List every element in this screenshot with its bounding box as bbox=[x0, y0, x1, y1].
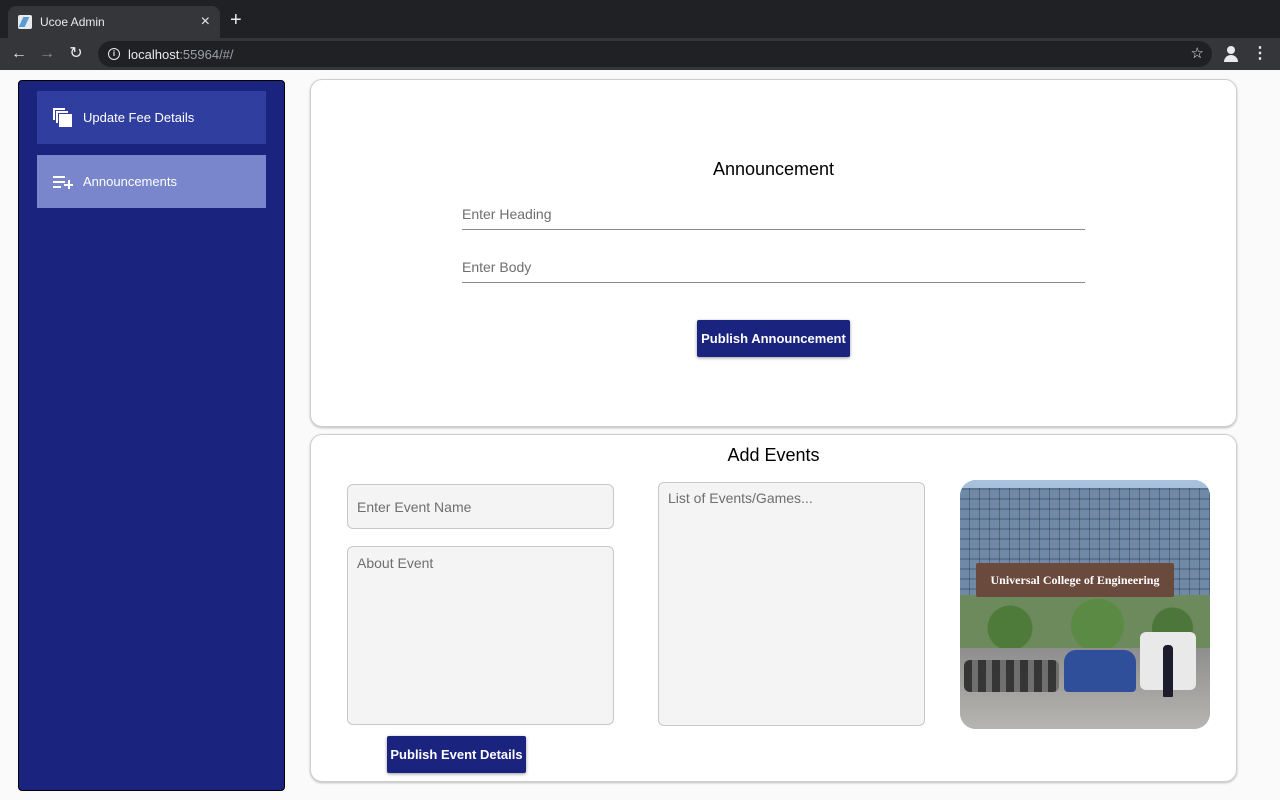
new-tab-icon[interactable]: + bbox=[230, 10, 242, 30]
body-field bbox=[462, 249, 1085, 283]
college-signboard: Universal College of Engineering bbox=[976, 563, 1174, 597]
events-list-textarea[interactable] bbox=[659, 483, 924, 725]
publish-announcement-button[interactable]: Publish Announcement bbox=[697, 320, 850, 357]
college-sign-text: Universal College of Engineering bbox=[990, 572, 1160, 587]
sidebar: Update Fee Details Announcements bbox=[18, 80, 285, 791]
events-list-field bbox=[658, 482, 925, 726]
forward-icon[interactable]: → bbox=[37, 44, 57, 64]
url-host: localhost bbox=[128, 46, 180, 62]
reload-icon[interactable]: ↻ bbox=[66, 44, 86, 64]
info-icon[interactable]: i bbox=[108, 48, 120, 60]
event-name-field bbox=[347, 484, 614, 529]
body-input[interactable] bbox=[462, 249, 1085, 282]
sidebar-item-label: Update Fee Details bbox=[83, 110, 195, 125]
star-icon[interactable]: ☆ bbox=[1191, 44, 1204, 62]
browser-tab[interactable]: Ucoe Admin × bbox=[8, 6, 220, 38]
browser-toolbar: ← → ↻ i localhost:55964/#/ ☆ ⋮ bbox=[0, 38, 1280, 70]
copy-icon bbox=[53, 107, 73, 128]
back-icon[interactable]: ← bbox=[9, 44, 29, 64]
browser-tabstrip: Ucoe Admin × + bbox=[0, 0, 1280, 38]
heading-input[interactable] bbox=[462, 196, 1085, 229]
about-event-textarea[interactable] bbox=[348, 547, 613, 724]
college-photo: Universal College of Engineering bbox=[960, 480, 1210, 729]
heading-field bbox=[462, 196, 1085, 230]
sidebar-item-announcements[interactable]: Announcements bbox=[37, 155, 266, 208]
announcement-card: Announcement Publish Announcement bbox=[310, 79, 1237, 427]
playlist-add-icon bbox=[53, 175, 73, 189]
event-name-input[interactable] bbox=[348, 485, 613, 528]
tab-title: Ucoe Admin bbox=[40, 15, 105, 29]
tab-close-icon[interactable]: × bbox=[201, 14, 210, 30]
add-events-title: Add Events bbox=[727, 445, 820, 465]
menu-icon[interactable]: ⋮ bbox=[1252, 44, 1268, 64]
flutter-favicon-icon bbox=[18, 15, 32, 29]
about-event-field bbox=[347, 546, 614, 725]
url-path: :55964/#/ bbox=[179, 46, 234, 62]
publish-event-details-button[interactable]: Publish Event Details bbox=[387, 736, 526, 773]
sidebar-item-label: Announcements bbox=[83, 174, 177, 189]
sidebar-item-update-fee-details[interactable]: Update Fee Details bbox=[37, 91, 266, 144]
add-events-card: Add Events Universal College of Engineer… bbox=[310, 434, 1237, 782]
announcement-title: Announcement bbox=[712, 159, 835, 179]
profile-icon[interactable] bbox=[1222, 45, 1240, 63]
address-bar[interactable]: i localhost:55964/#/ ☆ bbox=[98, 41, 1212, 67]
